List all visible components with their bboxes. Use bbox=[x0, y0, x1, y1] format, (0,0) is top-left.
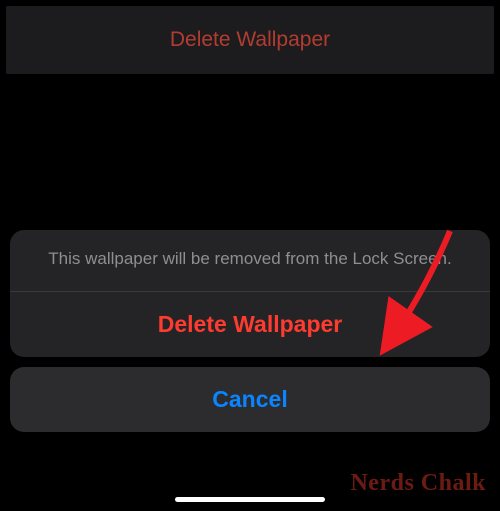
spacer bbox=[0, 80, 500, 230]
delete-wallpaper-label: Delete Wallpaper bbox=[158, 311, 342, 338]
action-sheet-message: This wallpaper will be removed from the … bbox=[34, 248, 466, 271]
action-sheet-message-block: This wallpaper will be removed from the … bbox=[10, 230, 490, 291]
delete-wallpaper-button[interactable]: Delete Wallpaper bbox=[10, 292, 490, 357]
cancel-button[interactable]: Cancel bbox=[10, 367, 490, 432]
cancel-label: Cancel bbox=[212, 386, 287, 413]
top-action-bar[interactable]: Delete Wallpaper bbox=[6, 6, 494, 74]
home-indicator[interactable] bbox=[175, 497, 325, 502]
action-sheet: This wallpaper will be removed from the … bbox=[10, 230, 490, 432]
watermark: Nerds Chalk bbox=[350, 470, 486, 497]
top-bar-title: Delete Wallpaper bbox=[170, 28, 330, 52]
